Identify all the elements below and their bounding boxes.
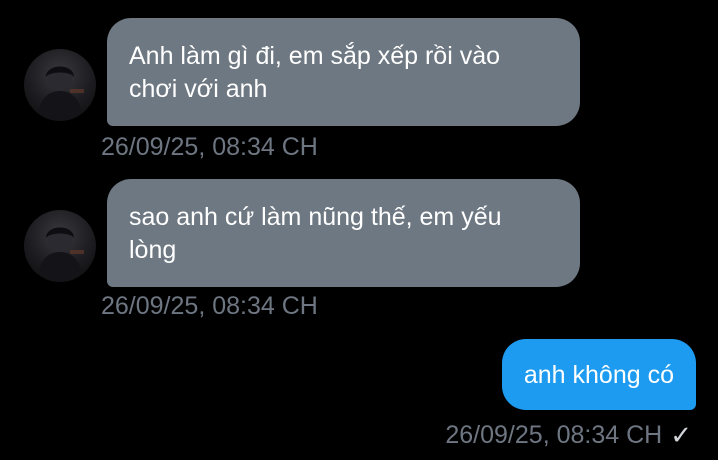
message-timestamp-row: 26/09/25, 08:34 CH ✓ — [445, 420, 692, 450]
message-timestamp: 26/09/25, 08:34 CH — [101, 292, 318, 320]
message-timestamp: 26/09/25, 08:34 CH — [445, 421, 663, 449]
sender-avatar[interactable] — [24, 210, 96, 282]
avatar-photo-icon — [38, 227, 84, 282]
message-bubble-incoming[interactable]: Anh làm gì đi, em sắp xếp rồi vào chơi v… — [107, 18, 580, 126]
message-text: sao anh cứ làm nũng thế, em yếu lòng — [129, 203, 502, 264]
message-text: anh không có — [523, 361, 674, 389]
message-timestamp: 26/09/25, 08:34 CH — [101, 133, 318, 161]
sender-avatar[interactable] — [24, 49, 96, 121]
avatar-photo-icon — [38, 66, 84, 121]
message-bubble-outgoing[interactable]: anh không có — [501, 339, 696, 410]
message-bubble-incoming[interactable]: sao anh cứ làm nũng thế, em yếu lòng — [107, 179, 580, 287]
check-icon: ✓ — [670, 420, 692, 450]
chat-thread: Anh làm gì đi, em sắp xếp rồi vào chơi v… — [0, 0, 718, 460]
message-text: Anh làm gì đi, em sắp xếp rồi vào chơi v… — [129, 42, 501, 103]
